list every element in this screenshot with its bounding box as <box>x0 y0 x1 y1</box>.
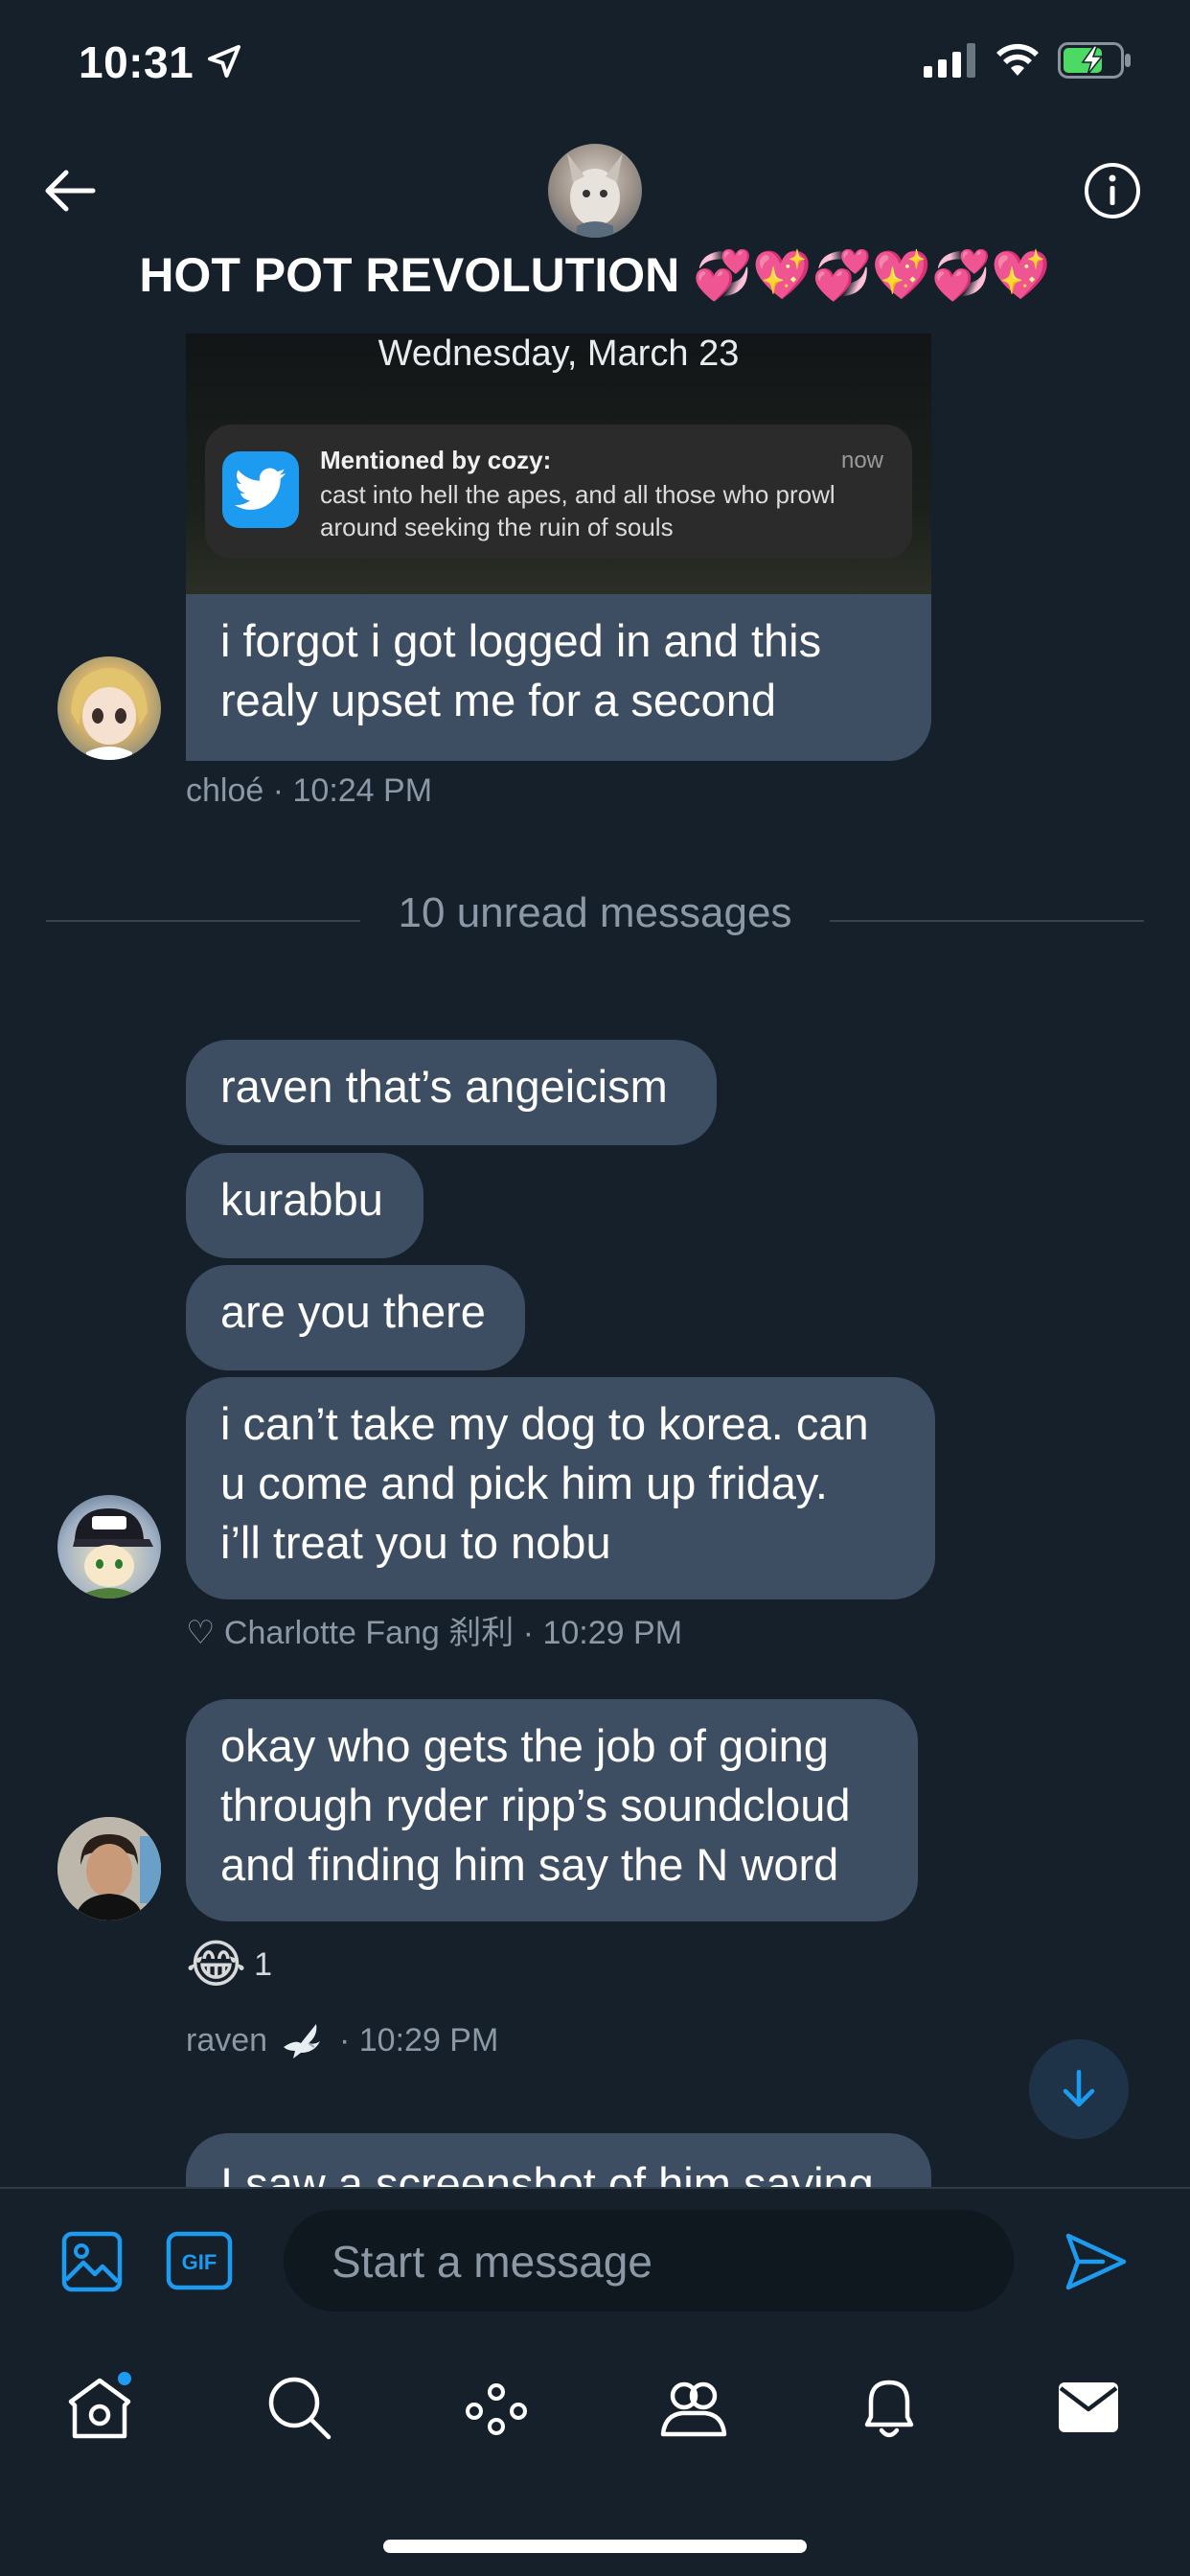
gif-icon: GIF <box>166 2231 233 2290</box>
conversation-title: HOT POT REVOLUTION 💞💖💞💖💞💖 <box>139 248 1051 302</box>
scroll-to-bottom-button[interactable] <box>1029 2039 1129 2139</box>
battery-icon <box>1058 42 1131 79</box>
message-bubble[interactable]: i forgot i got logged in and this realy … <box>186 594 931 761</box>
unread-messages-divider: 10 unread messages <box>398 889 792 936</box>
message-bubble[interactable]: okay who gets the job of going through r… <box>186 1699 918 1921</box>
nav-home[interactable] <box>61 2369 138 2446</box>
message-text-line: and finding him say the N word <box>220 1839 839 1890</box>
message-bubble[interactable]: kurabbu <box>186 1153 423 1258</box>
location-arrow-icon <box>205 42 243 85</box>
avatar[interactable] <box>57 656 161 760</box>
status-time: 10:31 <box>79 37 195 87</box>
message-text-line: i forgot i got logged in and this <box>220 615 822 666</box>
message-meta: chloé · 10:24 PM <box>186 772 433 809</box>
message-text-line: okay who gets the job of going <box>220 1720 829 1771</box>
message-meta: ♡ Charlotte Fang 刹利 · 10:29 PM <box>186 1615 683 1651</box>
home-indicator <box>383 2540 807 2553</box>
message-input-placeholder: Start a message <box>332 2237 652 2287</box>
message-text-line: i’ll treat you to nobu <box>220 1517 611 1568</box>
nav-communities[interactable] <box>655 2369 732 2446</box>
message-bubble[interactable]: are you there <box>186 1265 525 1370</box>
spaces-icon <box>466 2383 527 2435</box>
nav-messages[interactable] <box>1050 2369 1127 2446</box>
message-text: I saw a screenshot of him saying <box>220 2158 874 2187</box>
signal-icon <box>924 43 975 78</box>
nav-search[interactable] <box>261 2369 337 2446</box>
message-text: kurabbu <box>220 1174 383 1225</box>
svg-text:GIF: GIF <box>182 2250 217 2274</box>
twitter-logo-icon <box>222 451 299 528</box>
image-attachment[interactable]: Wednesday, March 23 Mentioned by cozy: n… <box>186 334 931 594</box>
home-icon <box>68 2372 131 2439</box>
avatar[interactable] <box>57 1817 161 1920</box>
message-text-line: realy upset me for a second <box>220 675 776 725</box>
dove-icon <box>280 2018 324 2065</box>
search-icon <box>268 2377 332 2440</box>
notification-time: now <box>840 448 883 473</box>
notification-title: Mentioned by cozy: <box>320 446 552 474</box>
message-reaction[interactable]: 😂 1 <box>186 1938 272 1991</box>
message-bubble[interactable]: i can’t take my dog to korea. can u come… <box>186 1377 935 1599</box>
attachment-lockscreen-date: Wednesday, March 23 <box>378 334 740 374</box>
info-icon <box>1085 163 1140 218</box>
notification-body: cast into hell the apes, and all those w… <box>320 480 835 541</box>
nav-spaces[interactable] <box>458 2369 535 2446</box>
image-icon <box>61 2231 123 2292</box>
message-meta-time: · 10:29 PM <box>339 2022 499 2058</box>
nav-notifications[interactable] <box>851 2369 927 2446</box>
message-meta-name: raven <box>186 2022 268 2058</box>
message-bubble-partial[interactable]: I saw a screenshot of him saying <box>186 2133 931 2187</box>
avatar[interactable] <box>57 1495 161 1598</box>
notifications-icon <box>864 2380 914 2438</box>
arrow-left-icon <box>45 170 96 212</box>
reaction-emoji: 😂 <box>186 1936 247 1993</box>
messages-icon <box>1059 2382 1118 2432</box>
send-icon <box>1065 2233 1127 2290</box>
message-text: are you there <box>220 1286 486 1337</box>
message-text-line: through ryder ripp’s soundcloud <box>220 1780 851 1830</box>
group-avatar[interactable] <box>548 144 642 238</box>
message-text-line: i can’t take my dog to korea. can <box>220 1398 869 1449</box>
add-gif-button[interactable]: GIF <box>165 2229 234 2292</box>
arrow-down-icon <box>1063 2069 1095 2107</box>
back-button[interactable] <box>40 161 100 220</box>
message-text-line: u come and pick him up friday. <box>220 1458 828 1508</box>
add-photo-button[interactable] <box>56 2225 128 2298</box>
attachment-notification: Mentioned by cozy: now cast into hell th… <box>205 425 912 559</box>
message-text: raven that’s angeicism <box>220 1061 668 1112</box>
message-bubble: I saw a screenshot of him saying <box>186 2133 931 2187</box>
wifi-icon <box>996 43 1039 76</box>
conversation-info-button[interactable] <box>1083 161 1142 220</box>
reaction-count: 1 <box>254 1945 273 1983</box>
communities-icon <box>660 2381 727 2437</box>
status-icons <box>924 42 1133 79</box>
send-button[interactable] <box>1062 2229 1131 2294</box>
message-bubble[interactable]: raven that’s angeicism <box>186 1040 717 1145</box>
